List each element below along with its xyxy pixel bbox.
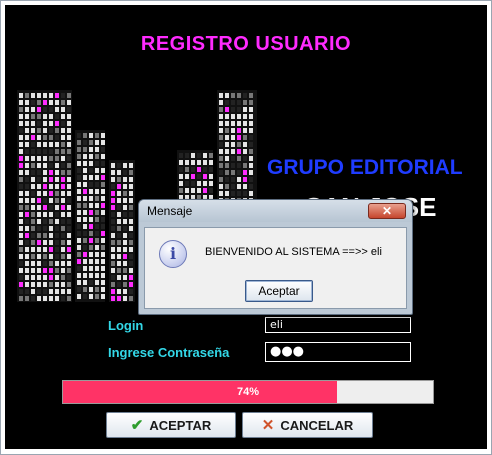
- login-field[interactable]: eli: [265, 317, 411, 333]
- dialog-ok-button[interactable]: Aceptar: [245, 280, 313, 302]
- login-panel: REGISTRO USUARIO GRUPO EDITORIAL SAN JOS…: [5, 5, 487, 449]
- info-icon: i: [159, 240, 187, 268]
- checkmark-icon: ✔: [130, 416, 144, 434]
- progress-bar: 74%: [62, 380, 434, 404]
- app-window: REGISTRO USUARIO GRUPO EDITORIAL SAN JOS…: [0, 0, 492, 455]
- progress-label: 74%: [236, 386, 260, 398]
- accept-button[interactable]: ✔ ACEPTAR: [106, 412, 236, 438]
- cancel-button-label: CANCELAR: [280, 417, 354, 433]
- dialog-body: i BIENVENIDO AL SISTEMA ==>> eli Aceptar: [144, 227, 407, 309]
- password-label: Ingrese Contraseña: [108, 345, 230, 360]
- dialog-titlebar[interactable]: Mensaje ✕: [139, 200, 412, 222]
- dialog-message: BIENVENIDO AL SISTEMA ==>> eli: [205, 246, 382, 258]
- x-icon: ✕: [261, 416, 275, 434]
- message-dialog: Mensaje ✕ i BIENVENIDO AL SISTEMA ==>> e…: [138, 199, 413, 315]
- cancel-button[interactable]: ✕ CANCELAR: [242, 412, 373, 438]
- accept-button-label: ACEPTAR: [149, 417, 212, 433]
- login-label: Login: [108, 318, 144, 333]
- form-title: REGISTRO USUARIO: [140, 33, 352, 55]
- brand-line-1: GRUPO EDITORIAL: [267, 156, 463, 179]
- password-field[interactable]: ●●●: [265, 342, 411, 362]
- close-icon[interactable]: ✕: [368, 203, 406, 219]
- dialog-title: Mensaje: [147, 204, 193, 218]
